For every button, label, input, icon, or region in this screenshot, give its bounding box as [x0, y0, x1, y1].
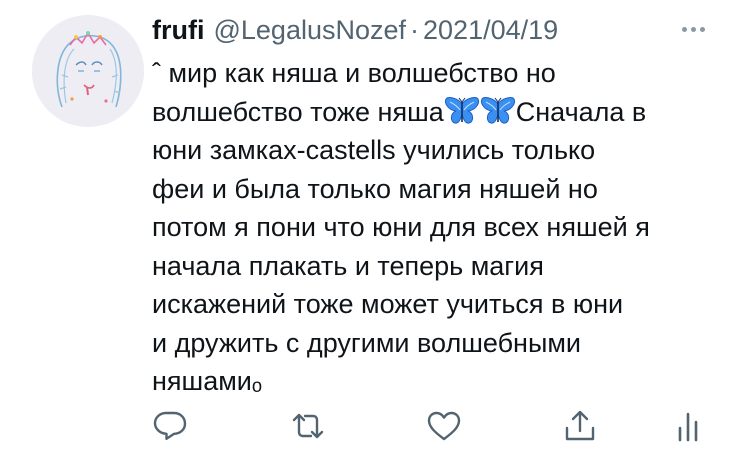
- tweet-text-line: ˆ мир как няша и волшебство но: [152, 58, 556, 88]
- tweet-text-line: искажений тоже может учиться в юни: [152, 289, 624, 319]
- tweet-actions: [0, 408, 750, 448]
- more-options-button[interactable]: [682, 27, 705, 32]
- separator-dot: ·: [410, 15, 420, 45]
- heart-icon: [427, 411, 461, 441]
- analytics-icon: [678, 412, 698, 442]
- reply-icon: [153, 411, 187, 440]
- tweet[interactable]: frufi @LegalusNozef · 2021/04/19 ˆ мир к…: [0, 0, 750, 464]
- reply-button[interactable]: [152, 408, 188, 444]
- tweet-text-line: юни замках-castells учились только: [152, 135, 596, 165]
- tweet-text-segment: волшебство тоже няша: [152, 96, 444, 127]
- avatar[interactable]: [32, 15, 144, 127]
- analytics-button[interactable]: [670, 408, 706, 444]
- butterfly-emoji-icon: [444, 96, 480, 126]
- tweet-text-segment: Сначала в: [515, 96, 647, 127]
- tweet-text: ˆ мир как няша и волшебство но волшебств…: [152, 54, 732, 401]
- like-button[interactable]: [426, 408, 462, 444]
- tweet-header: frufi @LegalusNozef · 2021/04/19: [152, 14, 558, 46]
- share-button[interactable]: [562, 408, 598, 444]
- tweet-text-line: няшамиₒ: [152, 366, 263, 396]
- tweet-text-line: и дружить с другими волшебными: [152, 327, 581, 358]
- user-handle[interactable]: @LegalusNozef: [213, 14, 406, 46]
- tweet-text-line: волшебство тоже няша Сначала в: [152, 93, 732, 132]
- retweet-icon: [292, 413, 324, 439]
- tweet-text-line: феи и была только магия няшей но: [152, 173, 598, 204]
- tweet-date[interactable]: 2021/04/19: [423, 14, 558, 46]
- more-horizontal-icon: [682, 27, 687, 32]
- tweet-text-line: потом я пони что юни для всех няшей я: [152, 212, 650, 242]
- butterfly-emoji-icon: [480, 96, 516, 126]
- display-name[interactable]: frufi: [152, 14, 204, 46]
- retweet-button[interactable]: [290, 408, 326, 444]
- avatar-image: [32, 15, 144, 127]
- tweet-text-line: начала плакать и теперь магия: [152, 250, 544, 281]
- share-icon: [565, 410, 595, 441]
